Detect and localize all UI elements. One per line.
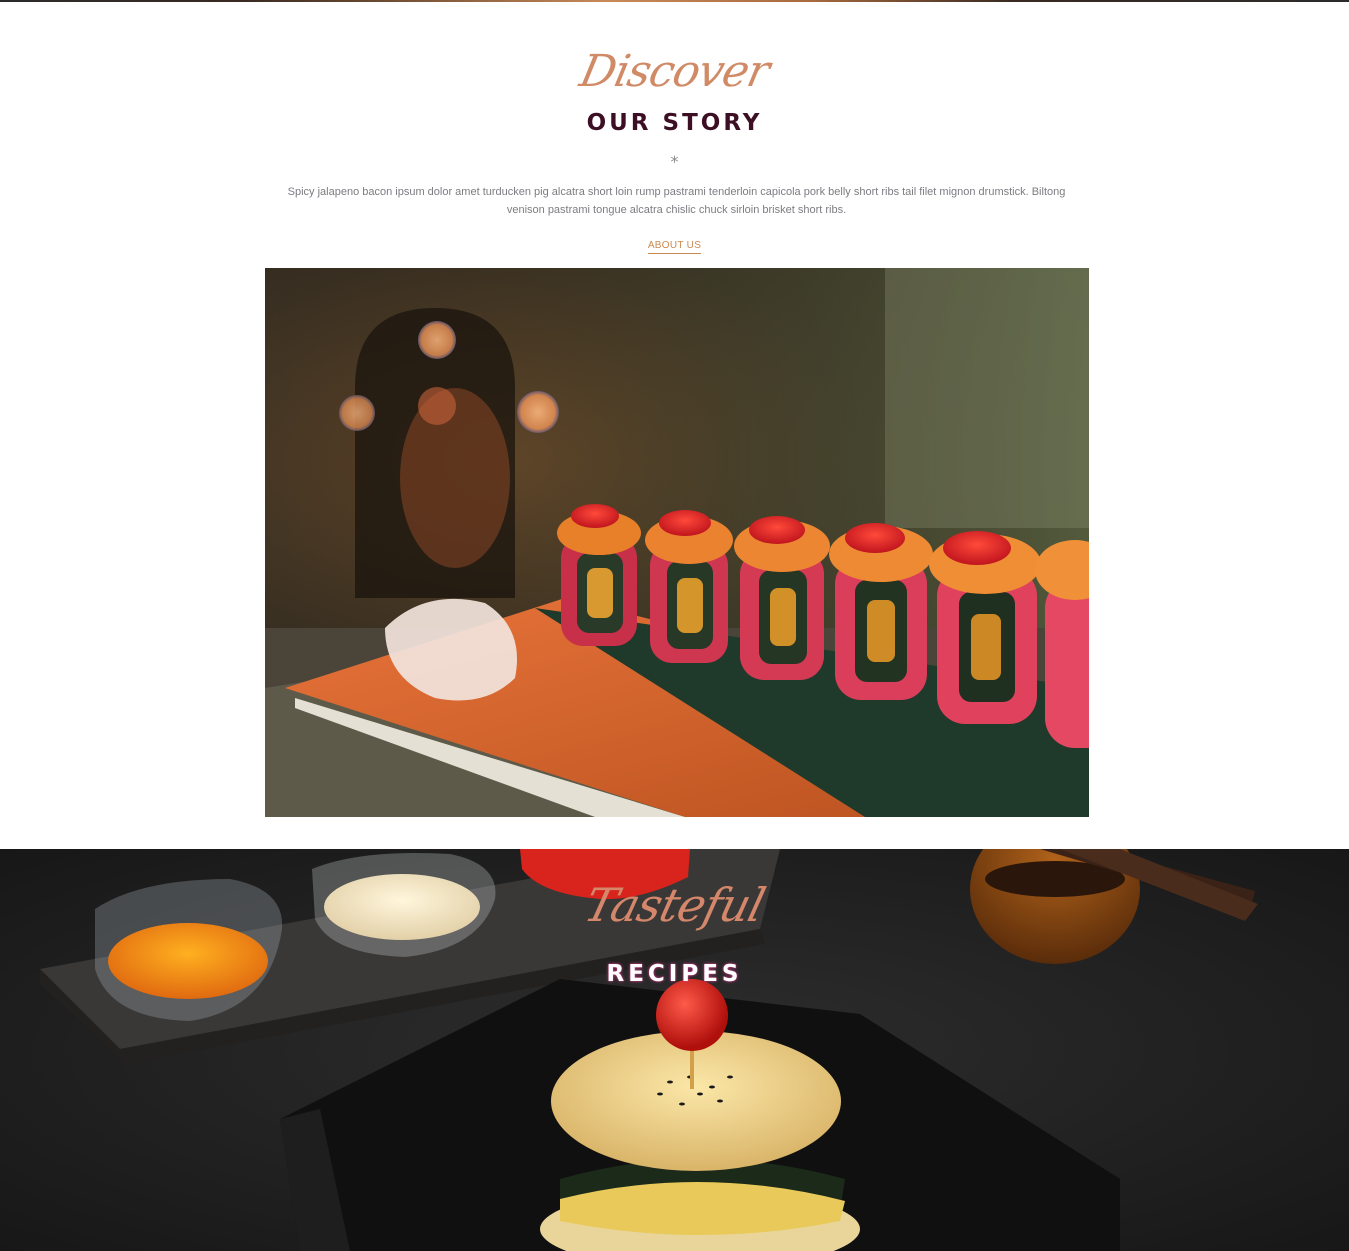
about-us-link[interactable]: ABOUT US bbox=[647, 240, 702, 254]
section-divider: * bbox=[670, 152, 679, 171]
discover-script-title: Discover bbox=[575, 46, 774, 97]
story-paragraph: Spicy jalapeno bacon ipsum dolor amet tu… bbox=[287, 186, 1066, 216]
tasteful-script-title: Tasteful bbox=[579, 878, 770, 932]
sushi-rolls-photo bbox=[265, 268, 1089, 817]
our-story-heading: OUR STORY bbox=[586, 110, 763, 136]
recipes-heading: RECIPES bbox=[606, 961, 743, 987]
about-us-link-wrapper: ABOUT US bbox=[0, 235, 1349, 254]
